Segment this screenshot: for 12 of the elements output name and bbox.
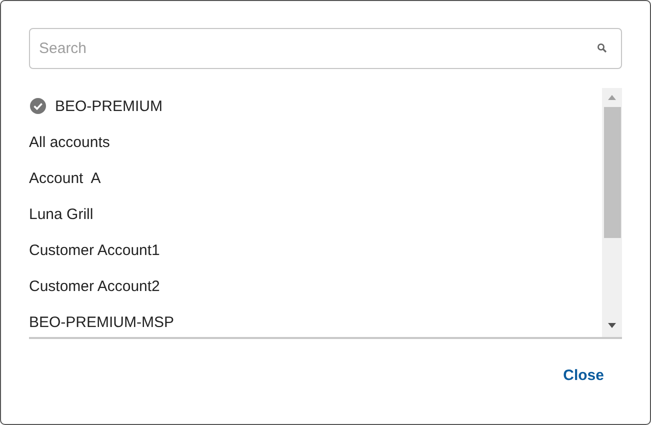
search-field[interactable]: Search	[29, 28, 622, 69]
scrollbar[interactable]	[602, 88, 622, 337]
account-item[interactable]: Customer Account1	[29, 232, 602, 268]
account-item[interactable]: Luna Grill	[29, 196, 602, 232]
scroll-thumb[interactable]	[604, 107, 620, 238]
close-button[interactable]: Close	[563, 363, 604, 388]
account-item[interactable]: BEO-PREMIUM-MSP	[29, 304, 602, 337]
account-item[interactable]: All accounts	[29, 124, 602, 160]
account-item[interactable]: Account A	[29, 160, 602, 196]
search-icon	[597, 43, 607, 53]
account-item[interactable]: Customer Account2	[29, 268, 602, 304]
account-item[interactable]: BEO-PREMIUM	[29, 88, 602, 124]
